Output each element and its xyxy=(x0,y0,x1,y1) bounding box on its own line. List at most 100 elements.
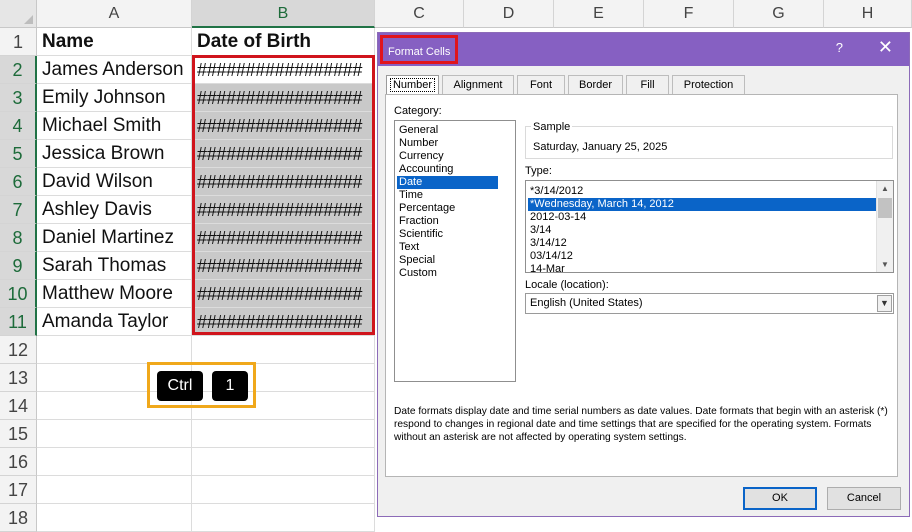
category-item[interactable]: Special xyxy=(397,254,498,267)
row-header-16[interactable]: 16 xyxy=(0,448,37,476)
column-header-h[interactable]: H xyxy=(824,0,912,28)
empty-cell[interactable] xyxy=(192,476,375,504)
column-header-e[interactable]: E xyxy=(554,0,644,28)
type-item[interactable]: 14-Mar xyxy=(528,263,877,272)
column-header-d[interactable]: D xyxy=(464,0,554,28)
category-item[interactable]: Number xyxy=(397,137,498,150)
number-tab-panel: Category: General Number Currency Accoun… xyxy=(385,94,898,477)
category-item[interactable]: General xyxy=(397,124,498,137)
empty-cell[interactable] xyxy=(192,420,375,448)
cell-dob[interactable]: ################# xyxy=(192,56,375,84)
row-header-8[interactable]: 8 xyxy=(0,224,37,252)
type-list[interactable]: *3/14/2012 *Wednesday, March 14, 2012 20… xyxy=(525,180,894,273)
cell-name[interactable]: Daniel Martinez xyxy=(37,224,192,252)
type-item-selected[interactable]: *Wednesday, March 14, 2012 xyxy=(528,198,877,211)
ok-button[interactable]: OK xyxy=(743,487,817,510)
category-item[interactable]: Time xyxy=(397,189,498,202)
empty-cell[interactable] xyxy=(192,504,375,532)
cell-dob[interactable]: ################# xyxy=(192,224,375,252)
row-header-14[interactable]: 14 xyxy=(0,392,37,420)
cell-dob[interactable]: ################# xyxy=(192,308,375,336)
type-item[interactable]: 2012-03-14 xyxy=(528,211,877,224)
row-header-3[interactable]: 3 xyxy=(0,84,37,112)
column-header-a[interactable]: A xyxy=(37,0,192,28)
cell-name[interactable]: David Wilson xyxy=(37,168,192,196)
tab-font[interactable]: Font xyxy=(517,75,565,94)
row-header-13[interactable]: 13 xyxy=(0,364,37,392)
empty-cell[interactable] xyxy=(192,336,375,364)
type-label: Type: xyxy=(525,165,552,177)
empty-cell[interactable] xyxy=(37,448,192,476)
type-item[interactable]: 3/14/12 xyxy=(528,237,877,250)
scroll-down-icon[interactable]: ▼ xyxy=(881,260,889,269)
cell-name[interactable]: Matthew Moore xyxy=(37,280,192,308)
close-icon[interactable]: ✕ xyxy=(878,37,893,58)
column-header-b[interactable]: B xyxy=(192,0,375,28)
row-header-18[interactable]: 18 xyxy=(0,504,37,532)
row-header-12[interactable]: 12 xyxy=(0,336,37,364)
tab-alignment[interactable]: Alignment xyxy=(442,75,514,94)
cancel-button[interactable]: Cancel xyxy=(827,487,901,510)
tab-protection[interactable]: Protection xyxy=(672,75,745,94)
category-item[interactable]: Text xyxy=(397,241,498,254)
row-header-5[interactable]: 5 xyxy=(0,140,37,168)
chevron-down-icon[interactable]: ▼ xyxy=(877,295,892,312)
help-icon[interactable]: ? xyxy=(836,40,843,55)
tab-number[interactable]: Number xyxy=(386,75,439,96)
category-item[interactable]: Custom xyxy=(397,267,498,280)
select-all-corner[interactable] xyxy=(0,0,37,28)
category-label: Category: xyxy=(394,105,442,117)
empty-cell[interactable] xyxy=(192,448,375,476)
category-item-selected[interactable]: Date xyxy=(397,176,498,189)
cell-name[interactable]: Michael Smith xyxy=(37,112,192,140)
row-header-10[interactable]: 10 xyxy=(0,280,37,308)
empty-cell[interactable] xyxy=(37,504,192,532)
empty-cell[interactable] xyxy=(37,476,192,504)
cell-dob[interactable]: ################# xyxy=(192,168,375,196)
type-list-scrollbar[interactable]: ▲ ▼ xyxy=(876,181,893,272)
cell-dob[interactable]: ################# xyxy=(192,140,375,168)
type-item[interactable]: 03/14/12 xyxy=(528,250,877,263)
locale-select[interactable]: English (United States) ▼ xyxy=(525,293,894,314)
row-header-15[interactable]: 15 xyxy=(0,420,37,448)
tab-border[interactable]: Border xyxy=(568,75,623,94)
empty-cell[interactable] xyxy=(37,336,192,364)
column-header-f[interactable]: F xyxy=(644,0,734,28)
row-header-2[interactable]: 2 xyxy=(0,56,37,84)
tab-fill[interactable]: Fill xyxy=(626,75,669,94)
row-header-9[interactable]: 9 xyxy=(0,252,37,280)
type-item[interactable]: *3/14/2012 xyxy=(528,185,877,198)
category-item[interactable]: Accounting xyxy=(397,163,498,176)
row-header-7[interactable]: 7 xyxy=(0,196,37,224)
column-header-c[interactable]: C xyxy=(375,0,464,28)
column-header-g[interactable]: G xyxy=(734,0,824,28)
dialog-title-bar[interactable]: Format Cells ? ✕ xyxy=(378,33,909,66)
cell-name[interactable]: Sarah Thomas xyxy=(37,252,192,280)
row-header-4[interactable]: 4 xyxy=(0,112,37,140)
cell-dob[interactable]: ################# xyxy=(192,280,375,308)
scroll-thumb[interactable] xyxy=(878,198,892,218)
category-item[interactable]: Percentage xyxy=(397,202,498,215)
type-item[interactable]: 3/14 xyxy=(528,224,877,237)
cell-dob[interactable]: ################# xyxy=(192,252,375,280)
category-item[interactable]: Scientific xyxy=(397,228,498,241)
category-item[interactable]: Fraction xyxy=(397,215,498,228)
cell-name[interactable]: James Anderson xyxy=(37,56,192,84)
cell-name[interactable]: Amanda Taylor xyxy=(37,308,192,336)
cell-dob[interactable]: ################# xyxy=(192,196,375,224)
scroll-up-icon[interactable]: ▲ xyxy=(881,184,889,193)
cell-a1-header-name[interactable]: Name xyxy=(37,28,192,56)
cell-dob[interactable]: ################# xyxy=(192,112,375,140)
category-list[interactable]: General Number Currency Accounting Date … xyxy=(394,120,516,382)
row-header-17[interactable]: 17 xyxy=(0,476,37,504)
cell-name[interactable]: Jessica Brown xyxy=(37,140,192,168)
empty-cell[interactable] xyxy=(37,420,192,448)
cell-b1-header-dob[interactable]: Date of Birth xyxy=(192,28,375,56)
cell-name[interactable]: Ashley Davis xyxy=(37,196,192,224)
cell-name[interactable]: Emily Johnson xyxy=(37,84,192,112)
row-header-1[interactable]: 1 xyxy=(0,28,37,56)
category-item[interactable]: Currency xyxy=(397,150,498,163)
row-header-11[interactable]: 11 xyxy=(0,308,37,336)
row-header-6[interactable]: 6 xyxy=(0,168,37,196)
cell-dob[interactable]: ################# xyxy=(192,84,375,112)
